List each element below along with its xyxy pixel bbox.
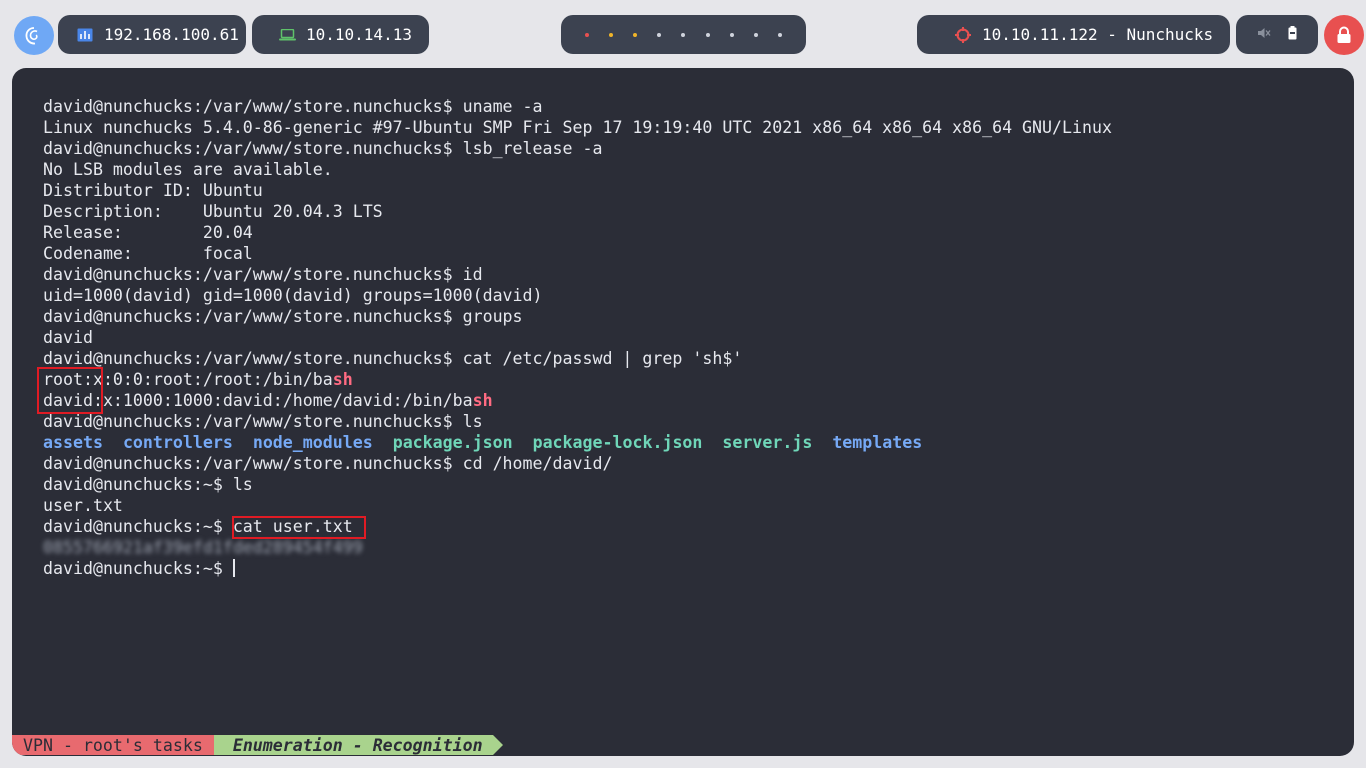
terminal-text: david@nunchucks:/var/www/store.nunchucks… [43, 139, 603, 158]
terminal-line: david:x:1000:1000:david:/home/david:/bin… [43, 390, 1344, 411]
workspace-dot-8[interactable] [753, 32, 758, 37]
session-label: VPN - root's tasks [23, 735, 203, 755]
terminal-line: david@nunchucks:/var/www/store.nunchucks… [43, 96, 1344, 117]
terminal-line: david@nunchucks:/var/www/store.nunchucks… [43, 264, 1344, 285]
battery-icon[interactable] [1288, 25, 1297, 44]
terminal-text: david@nunchucks:/var/www/store.nunchucks… [43, 412, 483, 431]
lock-screen-button[interactable] [1324, 15, 1364, 55]
window-label: Enumeration - Recognition [232, 735, 483, 755]
text-cursor [232, 559, 235, 577]
terminal-line: root:x:0:0:root:/root:/bin/bash [43, 369, 1344, 390]
debian-swirl-icon [25, 26, 38, 44]
network-icon [76, 26, 94, 44]
terminal-line: Distributor ID: Ubuntu [43, 180, 1344, 201]
directory-entry: assets [43, 433, 103, 452]
redacted-flag: 0855766921af39efd1fded289454f499 [43, 538, 363, 557]
terminal-text: david@nunchucks:/var/www/store.nunchucks… [43, 97, 543, 116]
workspace-dot-1[interactable] [585, 32, 590, 37]
directory-entry: node_modules [252, 433, 373, 452]
workspace-dot-3[interactable] [633, 32, 638, 37]
terminal-line: david@nunchucks:/var/www/store.nunchucks… [43, 411, 1344, 432]
file-entry: package.json [392, 433, 513, 452]
terminal-text: Codename: focal [43, 244, 253, 263]
terminal-text: sh [332, 370, 353, 389]
terminal-text: Linux nunchucks 5.4.0-86-generic #97-Ubu… [43, 118, 1112, 137]
terminal-text: david@nunchucks:/var/www/store.nunchucks… [43, 307, 523, 326]
terminal-line: david@nunchucks:~$ ls [43, 474, 1344, 495]
terminal-line: assets controllers node_modules package.… [43, 432, 1344, 453]
terminal-text: david@nunchucks:~$ [43, 559, 233, 578]
system-tray[interactable] [1236, 15, 1318, 54]
terminal-text: david [43, 328, 93, 347]
terminal-text: user.txt [43, 496, 123, 515]
host-ip-widget[interactable]: 192.168.100.61 [58, 15, 246, 54]
top-panel: 192.168.100.61 10.10.14.13 10.10.11.122 … [0, 0, 1366, 68]
terminal-line: uid=1000(david) gid=1000(david) groups=1… [43, 285, 1344, 306]
target-widget[interactable]: 10.10.11.122 - Nunchucks [917, 15, 1230, 54]
terminal-text: david@nunchucks:/var/www/store.nunchucks… [43, 454, 613, 473]
lock-icon [1337, 26, 1351, 43]
terminal-line: 0855766921af39efd1fded289454f499 [43, 537, 1344, 558]
vpn-ip-widget[interactable]: 10.10.14.13 [252, 15, 429, 54]
terminal-window[interactable]: david@nunchucks:/var/www/store.nunchucks… [12, 68, 1354, 756]
workspace-dot-5[interactable] [681, 32, 686, 37]
terminal-line: user.txt [43, 495, 1344, 516]
terminal-text: Description: Ubuntu 20.04.3 LTS [43, 202, 383, 221]
workspace-dot-7[interactable] [729, 32, 734, 37]
terminal-line: Linux nunchucks 5.4.0-86-generic #97-Ubu… [43, 117, 1344, 138]
volume-muted-icon[interactable] [1257, 25, 1271, 44]
terminal-text: uid=1000(david) gid=1000(david) groups=1… [43, 286, 543, 305]
terminal-line: No LSB modules are available. [43, 159, 1344, 180]
terminal-text: Distributor ID: Ubuntu [43, 181, 263, 200]
highlight-box-command [232, 516, 366, 539]
tmux-status-bar: VPN - root's tasks Enumeration - Recogni… [12, 735, 503, 755]
terminal-line: david@nunchucks:~$ [43, 558, 1344, 579]
terminal-line: Description: Ubuntu 20.04.3 LTS [43, 201, 1344, 222]
target-text: 10.10.11.122 - Nunchucks [982, 25, 1214, 44]
workspace-dot-9[interactable] [777, 32, 782, 37]
terminal-line: david [43, 327, 1344, 348]
terminal-text: No LSB modules are available. [43, 160, 333, 179]
crosshair-icon [954, 26, 972, 44]
file-entry: package-lock.json [532, 433, 703, 452]
terminal-text: david@nunchucks:/var/www/store.nunchucks… [43, 349, 743, 368]
terminal-text: Release: 20.04 [43, 223, 253, 242]
debian-menu-button[interactable] [14, 16, 54, 55]
terminal-text: david@nunchucks:/var/www/store.nunchucks… [43, 265, 483, 284]
highlight-box-users [37, 367, 103, 414]
vpn-ip-text: 10.10.14.13 [306, 25, 412, 44]
workspace-indicator[interactable] [561, 15, 806, 54]
directory-entry: controllers [122, 433, 233, 452]
file-entry: server.js [722, 433, 813, 452]
terminal-output[interactable]: david@nunchucks:/var/www/store.nunchucks… [43, 96, 1344, 579]
terminal-line: david@nunchucks:/var/www/store.nunchucks… [43, 348, 1344, 369]
terminal-line: david@nunchucks:/var/www/store.nunchucks… [43, 306, 1344, 327]
terminal-line: Codename: focal [43, 243, 1344, 264]
window-segment[interactable]: Enumeration - Recognition [213, 735, 503, 755]
terminal-text: sh [472, 391, 493, 410]
workspace-dot-2[interactable] [609, 32, 614, 37]
session-segment[interactable]: VPN - root's tasks [12, 735, 224, 755]
terminal-text: david@nunchucks:~$ ls [43, 475, 253, 494]
terminal-text: david:x:1000:1000:david:/home/david:/bin… [43, 391, 473, 410]
directory-entry: templates [832, 433, 923, 452]
terminal-line: david@nunchucks:/var/www/store.nunchucks… [43, 453, 1344, 474]
laptop-icon [278, 26, 296, 44]
host-ip-text: 192.168.100.61 [104, 25, 239, 44]
workspace-dot-6[interactable] [705, 32, 710, 37]
workspace-dot-4[interactable] [657, 32, 662, 37]
terminal-line: Release: 20.04 [43, 222, 1344, 243]
terminal-line: david@nunchucks:/var/www/store.nunchucks… [43, 138, 1344, 159]
